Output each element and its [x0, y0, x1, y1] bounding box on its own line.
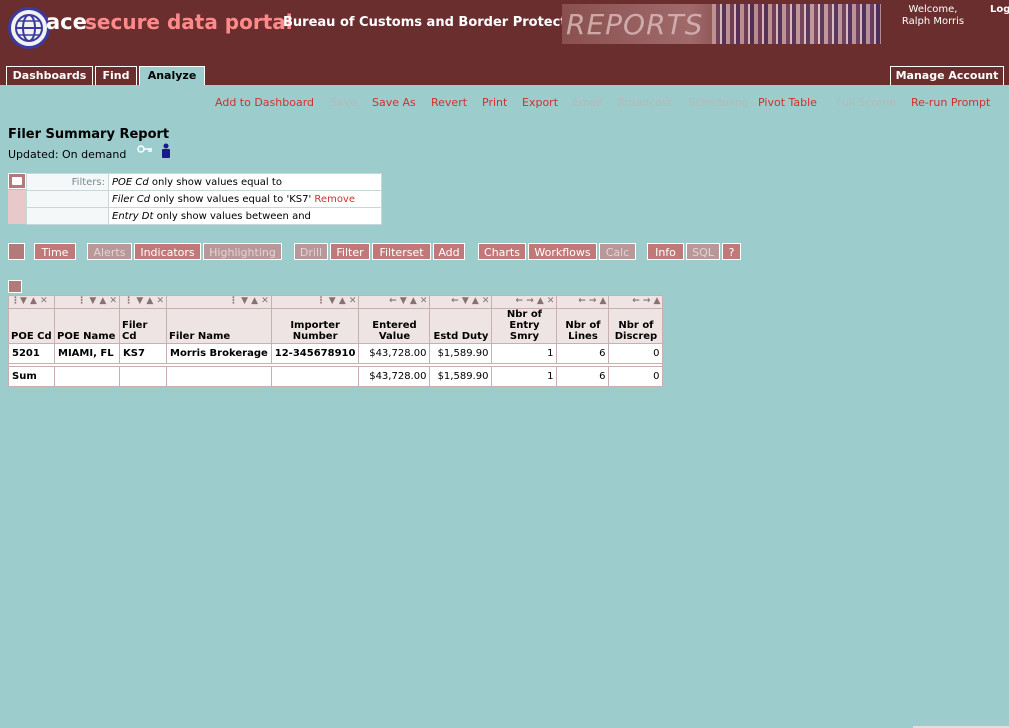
- tab-find[interactable]: Find: [95, 66, 137, 85]
- report-title: Filer Summary Report: [8, 127, 170, 142]
- app-header: ace secure data portal Bureau of Customs…: [0, 0, 1009, 85]
- collapse-icon[interactable]: [8, 280, 22, 293]
- table-row: 5201 MIAMI, FL KS7 Morris Brokerage 12-3…: [8, 343, 664, 364]
- column-controls-row: ⋮▼ ▲ ✕ ⋮ ▼ ▲ ✕ ⋮ ▼ ▲ ✕ ⋮ ▼ ▲ ✕ ⋮ ▼ ▲ ✕ ←…: [8, 295, 664, 309]
- cell-estd-duty: $1,589.90: [429, 343, 493, 364]
- column-header-poe-name[interactable]: POE Name: [54, 308, 120, 344]
- column-header-importer-number[interactable]: Importer Number: [270, 308, 360, 344]
- column-controls[interactable]: ← ▼ ▲ ✕: [432, 296, 489, 307]
- pivot-table-link[interactable]: Pivot Table: [758, 96, 817, 109]
- add-to-dashboard-link[interactable]: Add to Dashboard: [215, 96, 314, 109]
- revert-link[interactable]: Revert: [431, 96, 467, 109]
- filter-button[interactable]: Filter: [330, 243, 370, 260]
- export-link[interactable]: Export: [522, 96, 558, 109]
- column-controls[interactable]: ← → ▲ ✕: [494, 296, 555, 307]
- logo-title-text: secure data portal: [85, 10, 293, 34]
- reports-banner: REPORTS: [562, 4, 881, 44]
- scheduling-link: Scheduling: [688, 96, 749, 109]
- filter-poe-cd: POE Cd only show values equal to: [108, 173, 382, 191]
- help-button[interactable]: ?: [722, 243, 741, 260]
- key-icon[interactable]: [137, 144, 153, 154]
- manage-account-button[interactable]: Manage Account: [890, 66, 1004, 85]
- alerts-button: Alerts: [87, 243, 132, 260]
- remove-filter-link[interactable]: Remove: [314, 194, 355, 205]
- highlighting-button: Highlighting: [203, 243, 282, 260]
- cell-entered-value: $43,728.00: [358, 343, 431, 364]
- logout-link[interactable]: Log: [990, 4, 1009, 15]
- column-header-estd-duty[interactable]: Estd Duty: [429, 308, 493, 344]
- cell-filer-name[interactable]: Morris Brokerage: [166, 343, 272, 364]
- add-button[interactable]: Add: [433, 243, 465, 260]
- cell-importer-number[interactable]: 12-345678910: [270, 343, 360, 364]
- filter-sidebar: [8, 190, 26, 224]
- sum-estd-duty: $1,589.90: [429, 366, 493, 387]
- workflows-button[interactable]: Workflows: [528, 243, 597, 260]
- column-controls[interactable]: ← ▼ ▲ ✕: [361, 296, 427, 307]
- filter-row: Filer Cd only show values equal to 'KS7'…: [26, 190, 382, 208]
- filter-toggle-icon[interactable]: [8, 173, 26, 189]
- column-controls[interactable]: ⋮ ▼ ▲ ✕: [122, 296, 164, 307]
- cell-nbr-entry-smry: 1: [491, 343, 558, 364]
- globe-icon: [8, 7, 50, 49]
- filter-filer-cd: Filer Cd only show values equal to 'KS7'…: [108, 190, 382, 208]
- sum-entered-value: $43,728.00: [358, 366, 431, 387]
- email-link: Email: [572, 96, 603, 109]
- sum-nbr-lines: 6: [556, 366, 610, 387]
- sum-row: Sum $43,728.00 $1,589.90 1 6 0: [8, 366, 664, 387]
- save-as-link[interactable]: Save As: [372, 96, 416, 109]
- logo: ace secure data portal: [4, 2, 293, 49]
- column-header-nbr-discrep[interactable]: Nbr of Discrep: [608, 308, 664, 344]
- column-header-nbr-lines[interactable]: Nbr of Lines: [556, 308, 610, 344]
- logo-ace-text: ace: [46, 10, 87, 34]
- sql-button: SQL: [686, 243, 720, 260]
- full-screen-link: Full Screen: [836, 96, 897, 109]
- broadcast-link: Broadcast: [617, 96, 673, 109]
- column-controls[interactable]: ← → ▲: [559, 296, 606, 307]
- sum-nbr-entry-smry: 1: [491, 366, 558, 387]
- user-icon[interactable]: [160, 143, 172, 158]
- reports-banner-text: REPORTS: [566, 8, 704, 41]
- agency-name: Bureau of Customs and Border Protection: [283, 15, 590, 30]
- flag-image: [712, 4, 881, 44]
- sum-label: Sum: [8, 366, 55, 387]
- report-updated: Updated: On demand: [8, 148, 127, 161]
- tab-analyze[interactable]: Analyze: [139, 66, 205, 85]
- indicators-button[interactable]: Indicators: [134, 243, 201, 260]
- column-header-nbr-entry-smry[interactable]: Nbr of Entry Smry: [491, 308, 558, 344]
- filters-label: Filters:: [26, 173, 109, 191]
- time-button[interactable]: Time: [34, 243, 76, 260]
- cell-nbr-lines: 6: [556, 343, 610, 364]
- save-link: Save: [330, 96, 358, 109]
- drill-button: Drill: [294, 243, 328, 260]
- data-table: ⋮▼ ▲ ✕ ⋮ ▼ ▲ ✕ ⋮ ▼ ▲ ✕ ⋮ ▼ ▲ ✕ ⋮ ▼ ▲ ✕ ←…: [7, 295, 664, 387]
- welcome-message: Welcome, Ralph Morris: [901, 4, 965, 27]
- filters-panel: Filters: POE Cd only show values equal t…: [26, 173, 382, 225]
- filter-entry-dt: Entry Dt only show values between and: [108, 207, 382, 225]
- print-link[interactable]: Print: [482, 96, 507, 109]
- column-controls[interactable]: ⋮ ▼ ▲ ✕: [57, 296, 117, 307]
- column-controls[interactable]: ⋮▼ ▲ ✕: [11, 296, 52, 307]
- filter-row: Entry Dt only show values between and: [26, 207, 382, 225]
- header-row: POE Cd POE Name Filer Cd Filer Name Impo…: [8, 308, 664, 344]
- cell-filer-cd[interactable]: KS7: [119, 343, 167, 364]
- column-header-filer-cd[interactable]: Filer Cd: [119, 308, 167, 344]
- calc-button: Calc: [599, 243, 636, 260]
- rerun-prompt-link[interactable]: Re-run Prompt: [911, 96, 990, 109]
- sum-nbr-discrep: 0: [608, 366, 664, 387]
- tab-dashboards[interactable]: Dashboards: [6, 66, 93, 85]
- column-controls[interactable]: ⋮ ▼ ▲ ✕: [274, 296, 357, 307]
- column-controls[interactable]: ← → ▲: [611, 296, 660, 307]
- column-header-entered-value[interactable]: Entered Value: [358, 308, 431, 344]
- cell-nbr-discrep: 0: [608, 343, 664, 364]
- column-header-filer-name[interactable]: Filer Name: [166, 308, 272, 344]
- filterset-button[interactable]: Filterset: [372, 243, 431, 260]
- charts-button[interactable]: Charts: [478, 243, 526, 260]
- column-header-poe-cd[interactable]: POE Cd: [8, 308, 55, 344]
- cell-poe-name[interactable]: MIAMI, FL: [54, 343, 120, 364]
- filter-row: Filters: POE Cd only show values equal t…: [26, 173, 382, 191]
- column-controls[interactable]: ⋮ ▼ ▲ ✕: [169, 296, 269, 307]
- info-button[interactable]: Info: [647, 243, 684, 260]
- toolbar-menu-icon[interactable]: [8, 243, 25, 260]
- cell-poe-cd[interactable]: 5201: [8, 343, 55, 364]
